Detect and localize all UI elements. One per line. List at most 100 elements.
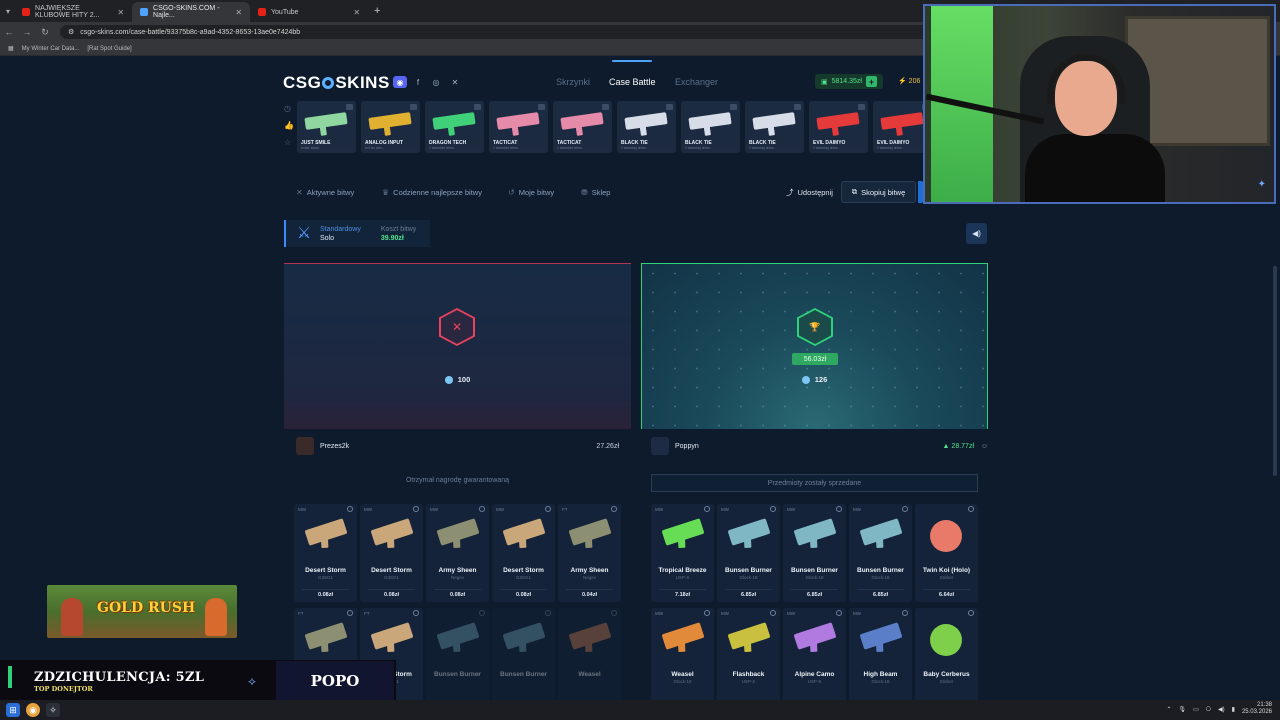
live-drop-item[interactable]: BLACK TIE 2 sekundy temu — [745, 101, 804, 153]
player-name[interactable]: Poppyn — [675, 443, 699, 450]
volume-icon[interactable]: ◀) — [1218, 706, 1225, 713]
item-type: Negev — [450, 575, 464, 580]
item-card[interactable]: MW Alpine Camo USP-S — [783, 608, 846, 706]
weapon-image — [560, 112, 604, 130]
live-drop-item[interactable]: EVIL DAIMYO 2 sekundy temu — [809, 101, 868, 153]
avatar[interactable] — [296, 437, 314, 455]
item-name: Twin Koi (Holo) — [922, 567, 971, 574]
bookmark-item[interactable]: My Winter Car Data... — [22, 46, 80, 52]
item-card[interactable]: MW Desert Storm G3SG1 0.08zł — [294, 504, 357, 602]
share-button[interactable]: ⤴ Udostępnij — [779, 182, 840, 202]
subnav-my-battles[interactable]: ↺ Moje bitwy — [508, 188, 554, 197]
app-icon[interactable]: ✧ — [46, 703, 60, 717]
ticket-value: 100 — [457, 375, 471, 384]
thumbs-up-icon[interactable]: 👍 — [284, 121, 294, 130]
cost-value: 39.90zł — [380, 234, 404, 242]
case-icon — [474, 104, 481, 110]
discord-icon[interactable]: ◉ — [393, 76, 407, 88]
item-name: Weasel — [671, 671, 694, 678]
site-info-icon[interactable]: ⚙ — [68, 28, 74, 36]
page-scrollbar[interactable] — [1273, 266, 1277, 476]
weapon-image — [496, 112, 540, 130]
chrome-icon[interactable]: ◉ — [26, 703, 40, 717]
clock-icon[interactable]: ◷ — [284, 104, 294, 113]
miner-figure — [205, 598, 227, 636]
forward-icon[interactable]: → — [18, 27, 36, 37]
drop-subtitle: 1 sekunde temu — [557, 146, 582, 150]
start-icon[interactable]: ⊞ — [6, 703, 20, 717]
clock[interactable]: 21:38 25.03.2026 — [1242, 702, 1272, 716]
subnav-daily-best[interactable]: ♛ Codzienne najlepsze bitwy — [382, 188, 482, 197]
back-icon[interactable]: ← — [0, 27, 18, 37]
live-drop-item[interactable]: ANALOG INPUT m4 for aim... — [361, 101, 420, 153]
player-name[interactable]: Prezes2k — [320, 443, 349, 450]
x-icon[interactable]: ✕ — [448, 76, 462, 88]
reload-icon[interactable]: ↻ — [36, 27, 54, 38]
item-condition: MW — [496, 507, 504, 512]
close-tab-icon[interactable]: ✕ — [235, 8, 242, 17]
avatar[interactable] — [651, 437, 669, 455]
close-tab-icon[interactable]: ✕ — [353, 8, 360, 17]
items-sold-notice: Przedmioty zostały sprzedane — [651, 474, 978, 492]
item-name: Bunsen Burner — [791, 567, 838, 574]
item-card[interactable]: MW Flashback USP-S — [717, 608, 780, 706]
drop-subtitle: 1 sekunde temu — [493, 146, 518, 150]
subnav-active-battles[interactable]: ✕ Aktywne bitwy — [296, 188, 354, 197]
item-card[interactable]: FT Army Sheen Negev 0.04zł — [558, 504, 621, 602]
live-drop-item[interactable]: TACTICAT 1 sekunde temu — [489, 101, 548, 153]
browser-tab[interactable]: CSGO-SKINS.COM - Najle... ✕ — [132, 2, 251, 22]
url-field[interactable]: ⚙ csgo-skins.com/case-battle/93375b8c-a9… — [60, 25, 940, 39]
close-tab-icon[interactable]: ✕ — [117, 8, 124, 17]
nav-case-battle[interactable]: Case Battle — [609, 77, 656, 87]
live-drop-item[interactable]: DRAGON TECH 1 sekunde temu — [425, 101, 484, 153]
item-card[interactable]: MW High Beam Glock-18 — [849, 608, 912, 706]
item-card[interactable]: Baby Cerberus Sticker — [915, 608, 978, 706]
weapon-image — [568, 518, 612, 546]
subnav-shop[interactable]: ⛃ Sklep — [581, 188, 610, 197]
browser-tab[interactable]: NAJWIĘKSZE KLUBOWE HITY 2... ✕ — [14, 2, 132, 22]
gold-rush-title: GOLD RUSH — [97, 600, 196, 616]
item-card[interactable]: Twin Koi (Holo) Sticker 6.64zł — [915, 504, 978, 602]
item-card[interactable]: MW Desert Storm G3SG1 0.08zł — [360, 504, 423, 602]
weapon-image — [370, 518, 414, 546]
bookmark-item[interactable]: [Rat Spot Guide] — [87, 46, 131, 52]
item-card[interactable]: Bunsen Burner — [426, 608, 489, 706]
tab-title: NAJWIĘKSZE KLUBOWE HITY 2... — [35, 5, 100, 19]
facebook-icon[interactable]: f — [411, 76, 425, 88]
item-card[interactable]: MW Bunsen Burner Glock-18 6.85zł — [783, 504, 846, 602]
monitor-icon[interactable]: ▭ — [1193, 706, 1199, 713]
live-drop-item[interactable]: TACTICAT 1 sekunde temu — [553, 101, 612, 153]
mic-icon[interactable]: 🎙 — [1178, 706, 1186, 713]
item-card[interactable]: MW Bunsen Burner Glock-18 6.85zł — [849, 504, 912, 602]
site-logo[interactable]: CSG SKINS — [283, 73, 390, 93]
nav-cases[interactable]: Skrzynki — [556, 77, 590, 87]
nav-exchanger[interactable]: Exchanger — [675, 77, 718, 87]
live-drop-item[interactable]: JUST SMILE m4a1 stock — [297, 101, 356, 153]
tab-search-icon[interactable]: ▾ — [6, 7, 10, 16]
star-icon[interactable]: ☆ — [284, 138, 294, 147]
live-drop-item[interactable]: BLACK TIE 2 sekundy temu — [681, 101, 740, 153]
info-icon[interactable]: ☺ — [981, 443, 988, 450]
sound-toggle-button[interactable]: ◀) — [966, 223, 987, 244]
item-card[interactable]: MW Tropical Breeze USP-S 7.18zł — [651, 504, 714, 602]
item-card[interactable]: MW Weasel Glock-18 — [651, 608, 714, 706]
item-card[interactable]: MW Bunsen Burner Glock-18 6.85zł — [717, 504, 780, 602]
balance-badge[interactable]: ▣ 5814.35zł + — [815, 74, 883, 89]
deposit-button[interactable]: + — [865, 76, 877, 87]
copy-battle-button[interactable]: ⧉ Skopiuj bitwę — [841, 181, 916, 203]
item-card[interactable]: MW Army Sheen Negev 0.08zł — [426, 504, 489, 602]
weapon-image — [859, 622, 903, 650]
instagram-icon[interactable]: ◎ — [429, 76, 443, 88]
item-card[interactable]: Bunsen Burner — [492, 608, 555, 706]
item-card[interactable]: Weasel — [558, 608, 621, 706]
tray-expand-icon[interactable]: ⌃ — [1166, 706, 1171, 713]
apps-icon[interactable]: ▦ — [8, 45, 14, 52]
browser-tab[interactable]: YouTube ✕ — [250, 2, 368, 22]
live-drop-item[interactable]: BLACK TIE 2 sekundy temu — [617, 101, 676, 153]
new-tab-button[interactable]: + — [374, 5, 380, 17]
item-check-icon — [902, 506, 908, 512]
network-icon[interactable]: ⎔ — [1206, 706, 1211, 713]
battery-icon[interactable]: ▮ — [1232, 706, 1235, 713]
item-card[interactable]: MW Desert Storm G3SG1 0.08zł — [492, 504, 555, 602]
item-type: Glock-18 — [673, 679, 692, 684]
